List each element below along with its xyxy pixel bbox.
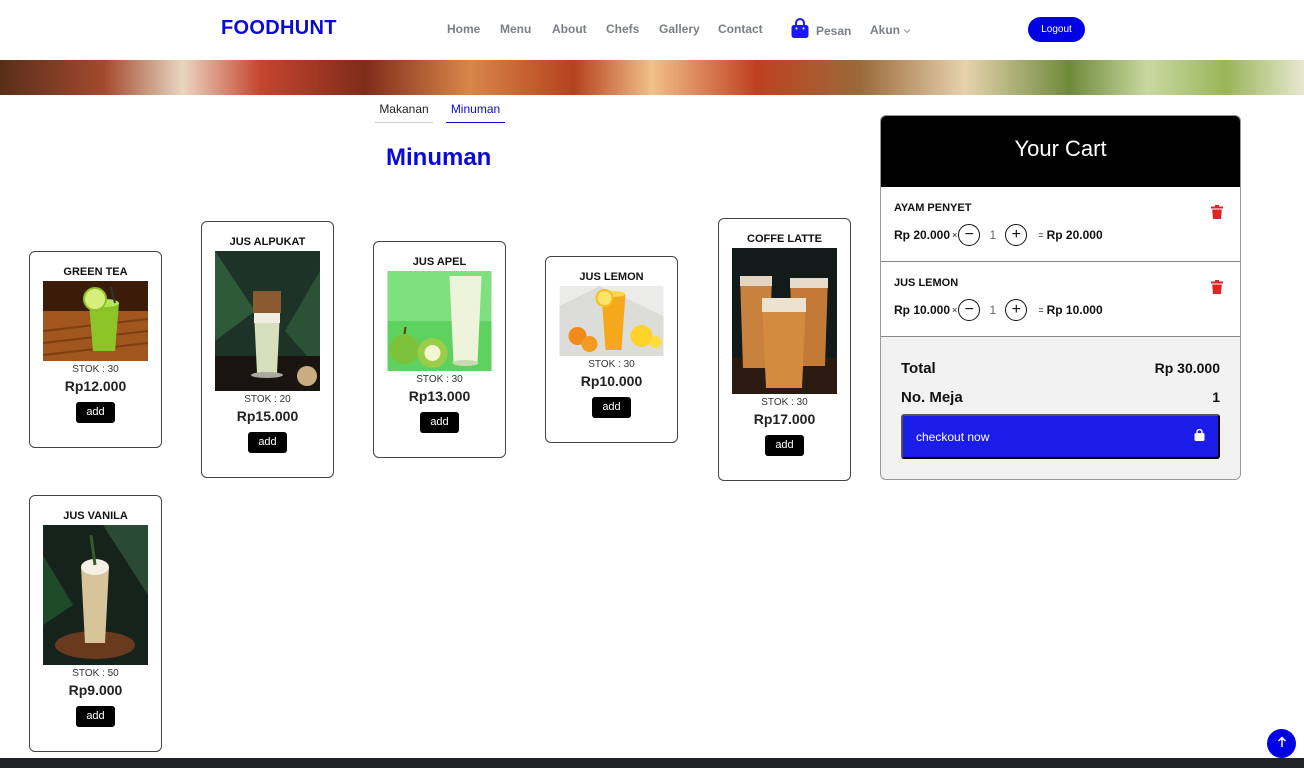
cart-item-qty: 1 [989,303,997,317]
trash-icon[interactable] [1211,280,1223,299]
cart-item-subtotal: Rp 10.000 [1046,303,1103,317]
meja-value: 1 [1212,389,1220,405]
scroll-top-button[interactable] [1267,729,1296,758]
total-value: Rp 30.000 [1154,360,1220,376]
product-card: JUS APEL STOK : 30 Rp13.000 add [373,241,506,458]
cart-item-price: Rp 10.000 [894,303,951,317]
hero-banner-image [0,60,1304,95]
times-sign: × [952,305,958,315]
nav-link-menu[interactable]: Menu [500,22,531,36]
product-card: JUS ALPUKAT STOK : 20 Rp15.000 add [201,221,334,478]
cart-item: AYAM PENYET Rp 20.000 × − 1 + = Rp 20.00… [881,187,1240,262]
cart-item-price: Rp 20.000 [894,228,951,242]
product-price: Rp13.000 [408,388,471,404]
add-button[interactable]: add [76,402,115,423]
akun-dropdown[interactable]: Akun [870,23,911,37]
product-name: COFFE LATTE [747,233,822,245]
product-name: JUS APEL [412,256,467,268]
add-button[interactable]: add [76,706,115,727]
product-name: JUS ALPUKAT [229,236,306,248]
nav-link-chefs[interactable]: Chefs [606,22,639,36]
pesan-link[interactable]: Pesan [790,18,851,44]
product-price: Rp9.000 [68,682,123,698]
chevron-down-icon [903,23,911,37]
nav-link-gallery[interactable]: Gallery [659,22,700,36]
product-stock: STOK : 20 [244,394,291,405]
logout-button[interactable]: Logout [1028,17,1085,42]
plus-icon[interactable]: + [1005,224,1028,246]
product-card: GREEN TEA STOK : 30 Rp12.000 add [29,251,162,448]
jus-alpukat-image [215,251,320,391]
add-button[interactable]: add [248,432,287,453]
times-sign: × [952,230,958,240]
product-price: Rp12.000 [64,378,127,394]
product-name: GREEN TEA [63,266,128,278]
total-label: Total [901,360,936,377]
plus-icon[interactable]: + [1005,299,1028,321]
jus-apel-image [387,271,492,371]
arrow-up-icon [1277,735,1287,753]
product-stock: STOK : 30 [588,359,635,370]
coffe-latte-image [732,248,837,394]
checkout-label: checkout now [916,429,990,444]
equals-sign: = [1038,230,1044,240]
tab-minuman[interactable]: Minuman [446,102,505,123]
product-card: COFFE LATTE STOK : 30 Rp17.000 add [718,218,851,481]
cart-item-qty: 1 [989,228,997,242]
product-price: Rp15.000 [236,408,299,424]
footer-bar [0,758,1304,768]
green-tea-image [43,281,148,361]
nav-link-home[interactable]: Home [447,22,480,36]
product-price: Rp10.000 [580,373,643,389]
product-stock: STOK : 50 [72,668,119,679]
product-name: JUS LEMON [579,271,644,283]
shopping-bag-icon [1194,428,1205,444]
pesan-label: Pesan [816,24,852,38]
tab-makanan[interactable]: Makanan [375,102,433,123]
jus-vanila-image [43,525,148,665]
add-button[interactable]: add [592,397,631,418]
brand-logo[interactable]: FOODHUNT [221,17,337,40]
add-button[interactable]: add [420,412,459,433]
section-title: Minuman [386,144,492,171]
product-card: JUS LEMON STOK : 30 Rp10.000 add [545,256,678,443]
product-stock: STOK : 30 [761,397,808,408]
jus-lemon-image [559,286,664,356]
cart-summary: Total Rp 30.000 No. Meja 1 checkout now [881,337,1240,479]
meja-label: No. Meja [901,389,963,406]
nav-link-about[interactable]: About [552,22,587,36]
cart-item-subtotal: Rp 20.000 [1046,228,1103,242]
shopping-bag-icon [790,18,810,44]
nav-link-contact[interactable]: Contact [718,22,763,36]
add-button[interactable]: add [765,435,804,456]
product-stock: STOK : 30 [416,374,463,385]
cart-title: Your Cart [881,116,1240,187]
cart-item-name: JUS LEMON [894,277,959,289]
product-stock: STOK : 30 [72,364,119,375]
cart-panel: Your Cart AYAM PENYET Rp 20.000 × − 1 + … [880,115,1241,480]
product-name: JUS VANILA [63,510,128,522]
cart-item: JUS LEMON Rp 10.000 × − 1 + = Rp 10.000 [881,262,1240,337]
minus-icon[interactable]: − [958,224,981,246]
equals-sign: = [1038,305,1044,315]
akun-label: Akun [870,23,900,37]
minus-icon[interactable]: − [958,299,981,321]
product-card: JUS VANILA STOK : 50 Rp9.000 add [29,495,162,752]
trash-icon[interactable] [1211,205,1223,224]
product-price: Rp17.000 [753,411,816,427]
navbar: FOODHUNT Home Menu About Chefs Gallery C… [0,0,1304,60]
cart-item-name: AYAM PENYET [894,202,972,214]
checkout-button[interactable]: checkout now [901,414,1220,459]
